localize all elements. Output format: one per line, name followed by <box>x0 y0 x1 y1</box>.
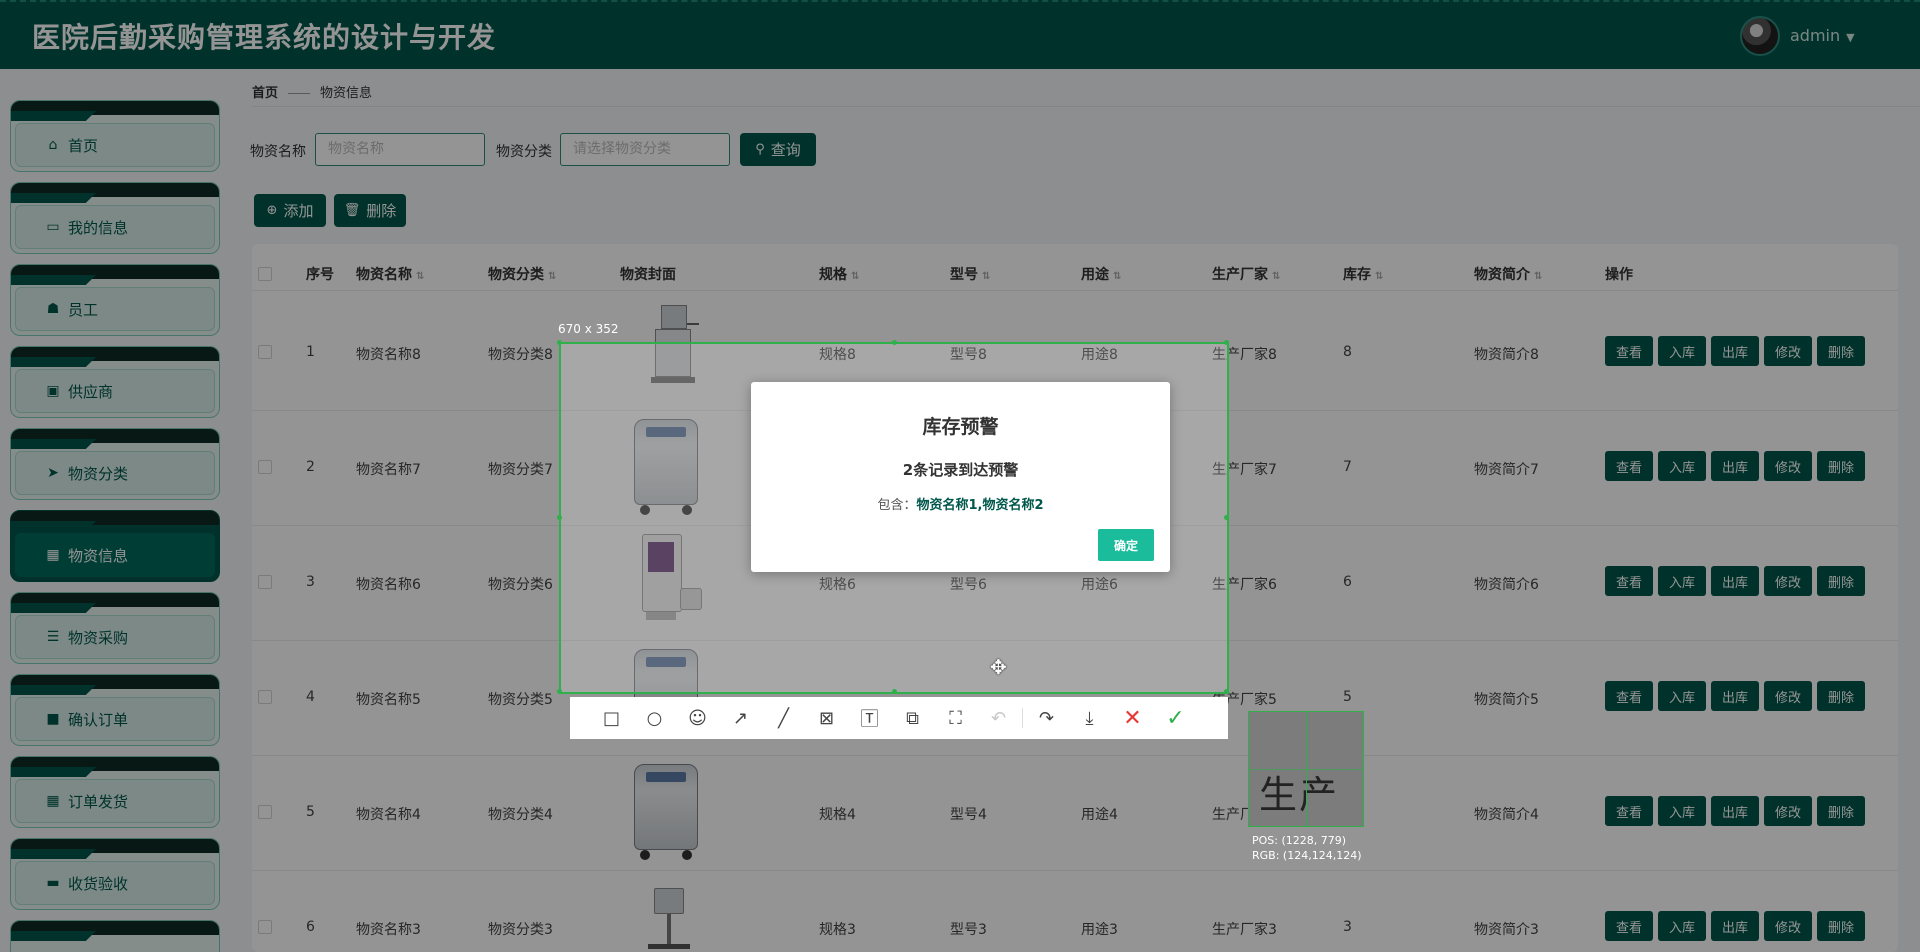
cursor-readout: POS: (1228, 779) RGB: (124,124,124) <box>1252 833 1361 863</box>
magnifier-text: 生产厂 <box>1259 773 1340 817</box>
magnifier: 生产厂 <box>1248 711 1364 827</box>
rgb-readout: RGB: (124,124,124) <box>1252 849 1362 862</box>
confirm-icon[interactable]: ✓ <box>1154 697 1197 739</box>
dialog-subtitle: 2条记录到达预警 <box>902 461 1019 479</box>
resize-handle[interactable] <box>557 340 562 345</box>
move-cursor-icon: ✥ <box>990 655 1007 679</box>
resize-handle[interactable] <box>892 689 897 694</box>
resize-handle[interactable] <box>1224 340 1229 345</box>
text-icon[interactable]: 🅃 <box>848 697 891 739</box>
mosaic-icon[interactable]: ⊠ <box>805 697 848 739</box>
redo-icon[interactable]: ↷ <box>1025 697 1068 739</box>
undo-icon[interactable]: ↶ <box>977 697 1020 739</box>
cancel-icon[interactable]: ✕ <box>1111 697 1154 739</box>
resize-handle[interactable] <box>557 515 562 520</box>
selection-size-label: 670 x 352 <box>558 322 619 336</box>
resize-handle[interactable] <box>1224 515 1229 520</box>
arrow-icon[interactable]: ↗ <box>719 697 762 739</box>
ellipse-icon[interactable]: ○ <box>633 697 676 739</box>
emoji-icon[interactable]: ☺ <box>676 697 719 739</box>
stock-warning-dialog: 库存预警 2条记录到达预警 包含：物资名称1,物资名称2 确定 <box>751 382 1170 572</box>
resize-handle[interactable] <box>1224 689 1229 694</box>
save-icon[interactable]: ⤓ <box>1068 697 1111 739</box>
resize-handle[interactable] <box>892 340 897 345</box>
resize-handle[interactable] <box>557 689 562 694</box>
ocr-icon[interactable]: ⛶ <box>934 697 977 739</box>
rectangle-icon[interactable]: □ <box>590 697 633 739</box>
dialog-title: 库存预警 <box>922 416 999 438</box>
pos-readout: POS: (1228, 779) <box>1252 834 1347 847</box>
pin-icon[interactable]: ⧉ <box>891 697 934 739</box>
screenshot-toolbar: □ ○ ☺ ↗ ╱ ⊠ 🅃 ⧉ ⛶ ↶ ↷ ⤓ ✕ ✓ <box>570 697 1228 739</box>
dialog-include: 包含：物资名称1,物资名称2 <box>877 498 1044 513</box>
line-icon[interactable]: ╱ <box>762 697 805 739</box>
dialog-ok-button[interactable]: 确定 <box>1098 529 1154 561</box>
